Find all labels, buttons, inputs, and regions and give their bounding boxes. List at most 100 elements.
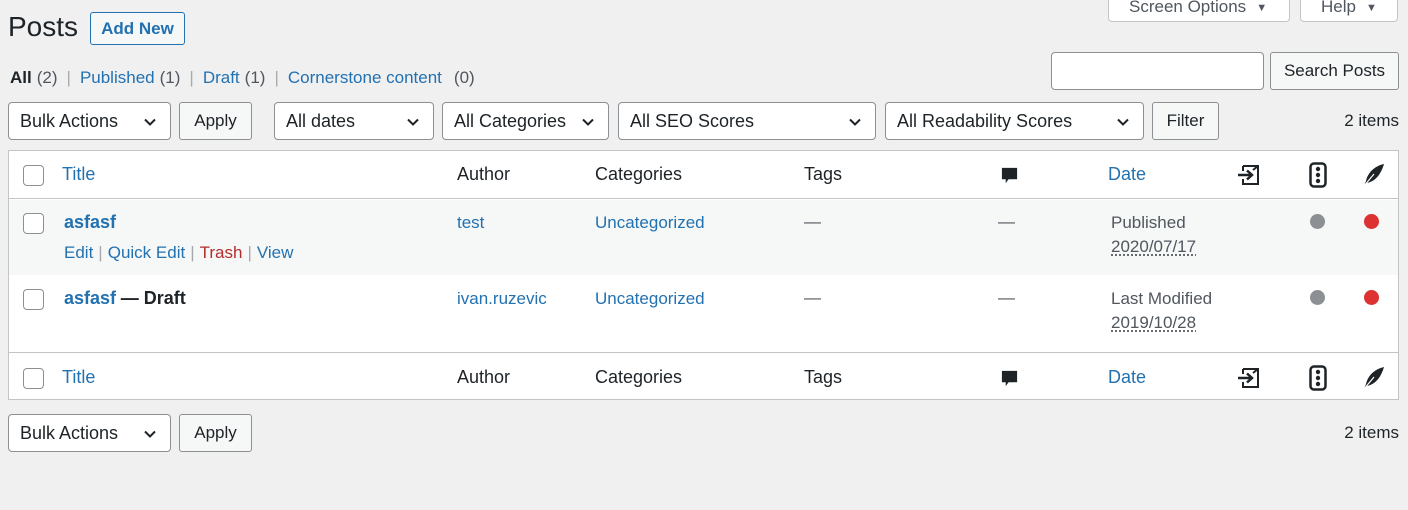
- caret-down-icon: ▼: [1365, 2, 1377, 14]
- bulk-actions-select[interactable]: Bulk Actions: [8, 102, 171, 140]
- traffic-light-icon: [1309, 162, 1327, 188]
- column-title[interactable]: Title: [62, 367, 95, 388]
- seo-score-dot: [1310, 214, 1325, 229]
- quill-icon: [1360, 162, 1386, 188]
- separator: |: [274, 68, 279, 87]
- category-filter-value: All Categories: [454, 110, 567, 131]
- column-tags: Tags: [804, 164, 843, 184]
- chevron-down-icon: [142, 426, 158, 442]
- help-button[interactable]: Help ▼: [1300, 0, 1398, 22]
- author-link[interactable]: ivan.ruzevic: [457, 289, 547, 309]
- items-count-bottom: 2 items: [1344, 423, 1399, 442]
- view-label: Cornerstone content: [287, 68, 442, 87]
- view-all[interactable]: All (2): [10, 68, 58, 88]
- edit-link[interactable]: Edit: [64, 243, 93, 262]
- internal-links-icon: [1236, 162, 1262, 188]
- comment-bubble-icon[interactable]: [1000, 369, 1019, 388]
- separator: |: [247, 243, 252, 262]
- date-value: 2019/10/28: [1111, 313, 1197, 332]
- screen-options-label: Screen Options: [1129, 0, 1247, 16]
- row-checkbox[interactable]: [23, 289, 44, 310]
- bulk-actions-value: Bulk Actions: [20, 422, 119, 443]
- row-checkbox[interactable]: [23, 213, 44, 234]
- view-count: (1): [244, 68, 266, 87]
- post-title-link[interactable]: asfasf: [64, 288, 116, 308]
- view-published[interactable]: Published (1): [80, 68, 180, 88]
- posts-table: Title Author Categories Tags Date asfasf…: [8, 150, 1399, 400]
- post-state: — Draft: [120, 288, 186, 308]
- category-link[interactable]: Uncategorized: [595, 213, 705, 233]
- readability-filter-value: All Readability Scores: [897, 110, 1073, 131]
- search-posts-button[interactable]: Search Posts: [1270, 52, 1399, 90]
- row-actions: Edit | Quick Edit | Trash | View: [64, 243, 293, 263]
- caret-down-icon: ▼: [1256, 2, 1268, 14]
- column-title[interactable]: Title: [62, 164, 95, 185]
- column-tags: Tags: [804, 367, 843, 387]
- category-link[interactable]: Uncategorized: [595, 289, 705, 309]
- separator: |: [98, 243, 103, 262]
- date-value: 2020/07/17: [1111, 237, 1197, 256]
- column-date[interactable]: Date: [1108, 164, 1146, 185]
- category-filter-select[interactable]: All Categories: [442, 102, 609, 140]
- apply-button-bottom[interactable]: Apply: [179, 414, 252, 452]
- view-count: (2): [36, 68, 58, 87]
- filter-button[interactable]: Filter: [1152, 102, 1219, 140]
- separator: |: [66, 68, 71, 87]
- readability-score-dot: [1364, 290, 1379, 305]
- date-filter-value: All dates: [286, 110, 356, 131]
- bulk-actions-select-bottom[interactable]: Bulk Actions: [8, 414, 171, 452]
- view-cornerstone[interactable]: Cornerstone content (0): [288, 68, 475, 88]
- quick-edit-link[interactable]: Quick Edit: [108, 243, 185, 262]
- view-label: Published: [79, 68, 155, 87]
- post-title-link[interactable]: asfasf: [64, 212, 116, 233]
- view-link[interactable]: View: [257, 243, 294, 262]
- date-status: Last Modified: [1111, 289, 1213, 308]
- chevron-down-icon: [405, 114, 421, 130]
- view-label: All: [10, 68, 32, 87]
- page-title: Posts: [8, 11, 79, 42]
- help-label: Help: [1321, 0, 1356, 16]
- comments-value: —: [998, 212, 1015, 231]
- select-all-checkbox[interactable]: [23, 368, 44, 389]
- post-title-cell: asfasf — Draft: [64, 288, 186, 309]
- table-row: asfasf Edit | Quick Edit | Trash | View test U…: [9, 200, 1398, 275]
- quill-icon: [1360, 365, 1386, 391]
- table-footer: Title Author Categories Tags Date: [9, 352, 1398, 400]
- seo-score-filter-select[interactable]: All SEO Scores: [618, 102, 876, 140]
- select-all-checkbox[interactable]: [23, 165, 44, 186]
- seo-score-filter-value: All SEO Scores: [630, 110, 755, 131]
- separator: |: [189, 68, 194, 87]
- view-count: (1): [159, 68, 181, 87]
- chevron-down-icon: [1115, 114, 1131, 130]
- date-status: Published: [1111, 213, 1186, 232]
- chevron-down-icon: [847, 114, 863, 130]
- readability-score-dot: [1364, 214, 1379, 229]
- date-filter-select[interactable]: All dates: [274, 102, 434, 140]
- seo-score-dot: [1310, 290, 1325, 305]
- readability-filter-select[interactable]: All Readability Scores: [885, 102, 1144, 140]
- column-date[interactable]: Date: [1108, 367, 1146, 388]
- internal-links-icon: [1236, 365, 1262, 391]
- add-new-button[interactable]: Add New: [90, 12, 185, 45]
- table-header: Title Author Categories Tags Date: [9, 151, 1398, 199]
- view-draft[interactable]: Draft (1): [203, 68, 266, 88]
- trash-link[interactable]: Trash: [200, 243, 243, 262]
- chevron-down-icon: [142, 114, 158, 130]
- column-author: Author: [457, 164, 511, 184]
- column-categories: Categories: [595, 164, 683, 184]
- search-input[interactable]: [1051, 52, 1264, 90]
- table-row: asfasf — Draft ivan.ruzevic Uncategorize…: [9, 275, 1398, 352]
- view-label: Draft: [202, 68, 240, 87]
- screen-options-button[interactable]: Screen Options ▼: [1108, 0, 1290, 22]
- chevron-down-icon: [580, 114, 596, 130]
- column-categories: Categories: [595, 367, 683, 387]
- separator: |: [190, 243, 195, 262]
- items-count: 2 items: [1344, 111, 1399, 130]
- tags-value: —: [804, 288, 821, 307]
- author-link[interactable]: test: [457, 213, 484, 233]
- apply-button[interactable]: Apply: [179, 102, 252, 140]
- column-author: Author: [457, 367, 511, 387]
- post-status-views: All (2) | Published (1) | Draft (1) | Corne…: [10, 68, 475, 88]
- bulk-actions-value: Bulk Actions: [20, 110, 119, 131]
- comment-bubble-icon[interactable]: [1000, 166, 1019, 185]
